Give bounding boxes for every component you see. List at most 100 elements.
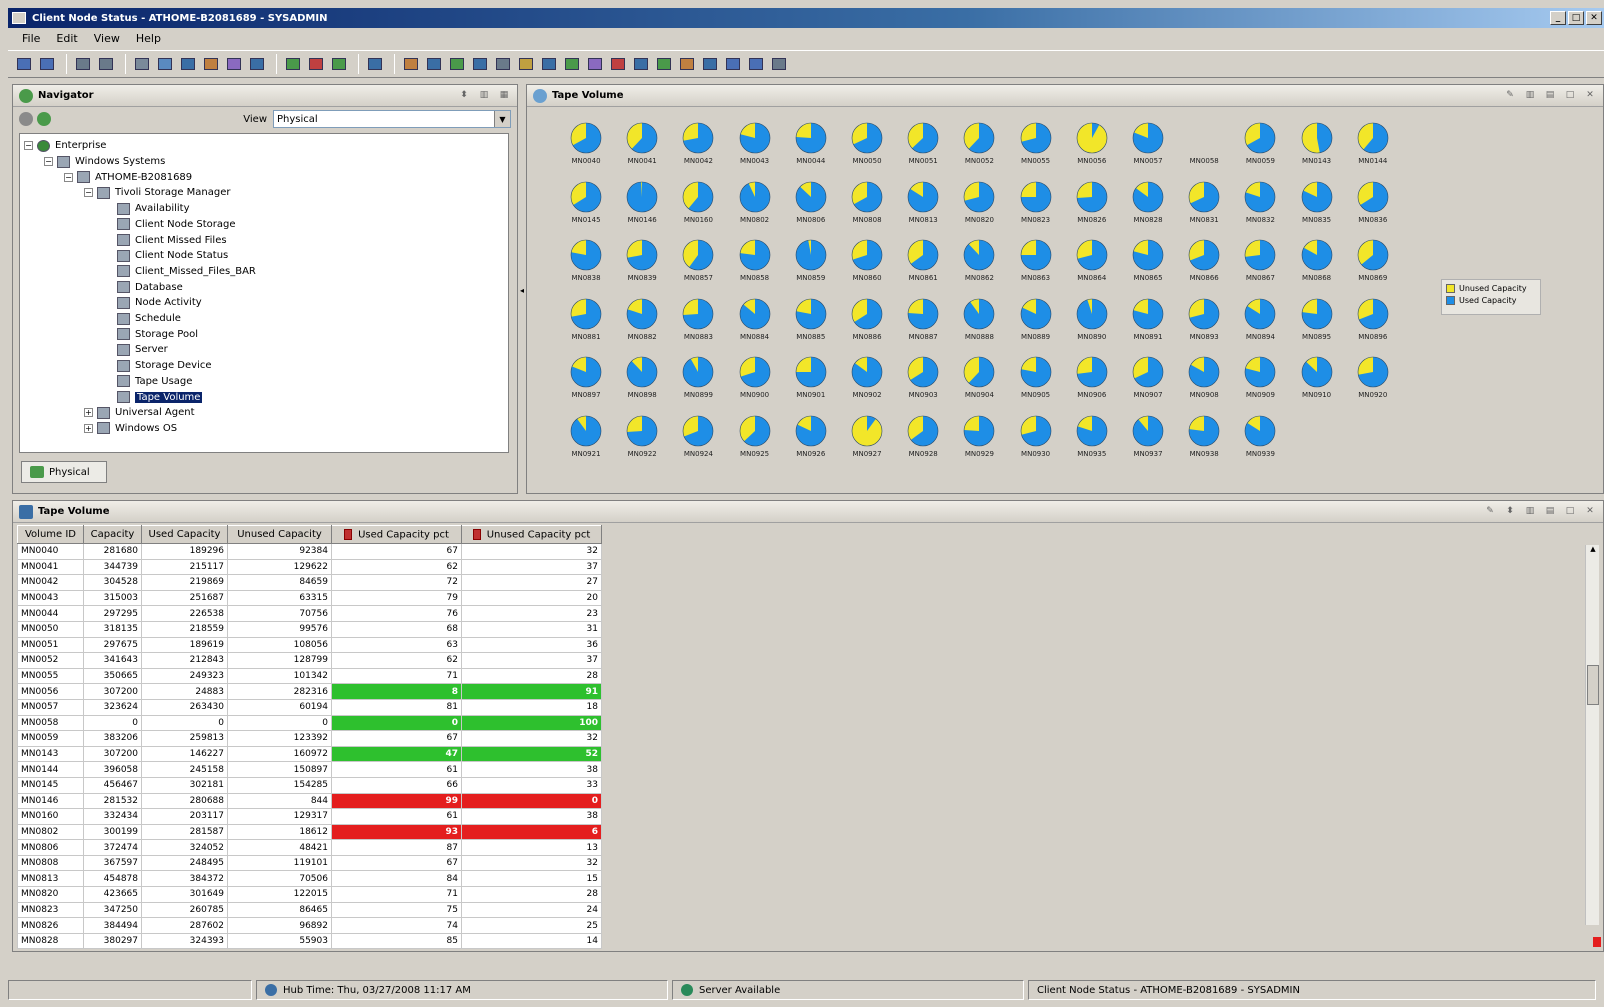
split-vertical-icon[interactable]: ▥ <box>1523 506 1537 518</box>
table-row[interactable]: MN0050 318135 218559 99576 68 31 <box>17 620 602 638</box>
table-row[interactable]: MN0813 454878 384372 70506 84 15 <box>17 870 602 888</box>
column-header-used-capacity[interactable]: Used Capacity <box>141 525 228 544</box>
table-row[interactable]: MN0802 300199 281587 18612 93 6 <box>17 823 602 841</box>
pie-chart-item[interactable]: MN0885 <box>786 297 836 353</box>
column-header-volume-id[interactable]: Volume ID <box>17 525 84 544</box>
pie-chart-item[interactable]: MN0826 <box>1067 180 1117 236</box>
tree-item[interactable]: Client Node Status <box>104 248 228 264</box>
pin-icon[interactable]: ⬍ <box>457 90 471 102</box>
pie-chart-item[interactable]: MN0145 <box>561 180 611 236</box>
tree-item[interactable]: + Universal Agent <box>84 405 195 421</box>
collapse-icon[interactable]: − <box>24 141 33 151</box>
pie-chart-item[interactable]: MN0910 <box>1292 355 1342 411</box>
table-row[interactable]: MN0146 281532 280688 844 99 0 <box>17 792 602 810</box>
terminal-view-icon[interactable] <box>654 54 674 74</box>
pie-chart-item[interactable]: MN0888 <box>954 297 1004 353</box>
pie-chart-item[interactable]: MN0864 <box>1067 238 1117 294</box>
pie-chart-item[interactable]: MN0057 <box>1123 121 1173 177</box>
pie-chart-item[interactable]: MN0055 <box>1011 121 1061 177</box>
pie-chart-item[interactable]: MN0938 <box>1179 414 1229 470</box>
column-header-unused-pct[interactable]: Unused Capacity pct <box>461 525 602 544</box>
stop-icon[interactable] <box>283 54 303 74</box>
link-icon[interactable] <box>201 54 221 74</box>
pie-chart-item[interactable]: MN0869 <box>1348 238 1398 294</box>
panel-menu-icon[interactable]: ▦ <box>497 90 511 102</box>
tree-item[interactable]: Client Node Storage <box>104 217 236 233</box>
pie-chart-item[interactable]: MN0868 <box>1292 238 1342 294</box>
tree-item[interactable]: Client_Missed_Files_BAR <box>104 264 256 280</box>
gauge-icon[interactable] <box>493 54 513 74</box>
pie-chart-item[interactable]: MN0890 <box>1067 297 1117 353</box>
export-icon[interactable] <box>769 54 789 74</box>
pie-chart-item[interactable]: MN0908 <box>1179 355 1229 411</box>
pie-chart-item[interactable]: MN0905 <box>1011 355 1061 411</box>
table-vertical-scrollbar[interactable]: ▲ <box>1585 545 1599 925</box>
pie-chart-item[interactable]: MN0866 <box>1179 238 1229 294</box>
pie-chart-item[interactable]: MN0899 <box>673 355 723 411</box>
pie-chart-item[interactable]: MN0806 <box>786 180 836 236</box>
pie-chart-item[interactable]: MN0902 <box>842 355 892 411</box>
plot-icon[interactable] <box>470 54 490 74</box>
table-row[interactable]: MN0041 344739 215117 129622 62 37 <box>17 558 602 576</box>
split-icon[interactable]: ▥ <box>477 90 491 102</box>
notepad-icon[interactable] <box>516 54 536 74</box>
pie-chart-item[interactable]: MN0928 <box>898 414 948 470</box>
pie-chart-item[interactable]: MN0044 <box>786 121 836 177</box>
table-row[interactable]: MN0056 307200 24883 282316 8 91 <box>17 683 602 700</box>
pie-chart-item[interactable]: MN0863 <box>1011 238 1061 294</box>
scroll-up-icon[interactable]: ▲ <box>1587 545 1599 557</box>
menu-file[interactable]: File <box>14 32 48 45</box>
table-row[interactable]: MN0040 281680 189296 92384 67 32 <box>17 543 602 560</box>
table-row[interactable]: MN0145 456467 302181 154285 66 33 <box>17 776 602 794</box>
pie-chart-item[interactable]: MN0858 <box>730 238 780 294</box>
situation-icon[interactable] <box>723 54 743 74</box>
copy-icon[interactable] <box>224 54 244 74</box>
pie-chart-item[interactable]: MN0160 <box>673 180 723 236</box>
pie-chart-item[interactable]: MN0906 <box>1067 355 1117 411</box>
pie-chart-item[interactable]: MN0889 <box>1011 297 1061 353</box>
edit-icon[interactable]: ✎ <box>1503 90 1517 102</box>
table-row[interactable]: MN0826 384494 287602 96892 74 25 <box>17 917 602 934</box>
pie-chart-item[interactable]: MN0926 <box>786 414 836 470</box>
column-header-capacity[interactable]: Capacity <box>83 525 142 544</box>
chevron-down-icon[interactable]: ▼ <box>494 111 510 127</box>
pie-chart-item[interactable]: MN0813 <box>898 180 948 236</box>
table-row[interactable]: MN0042 304528 219869 84659 72 27 <box>17 574 602 591</box>
table-row[interactable]: MN0058 0 0 0 0 100 <box>17 714 602 732</box>
pin-icon[interactable]: ⬍ <box>1503 506 1517 518</box>
table-row[interactable]: MN0043 315003 251687 63315 79 20 <box>17 589 602 607</box>
expand-icon[interactable]: + <box>84 423 93 433</box>
split-horizontal-icon[interactable]: ▤ <box>1543 506 1557 518</box>
pie-chart-item[interactable]: MN0859 <box>786 238 836 294</box>
collapse-icon[interactable]: − <box>44 157 53 167</box>
close-panel-icon[interactable]: ✕ <box>1583 90 1597 102</box>
find-icon[interactable] <box>178 54 198 74</box>
pie-chart-item[interactable]: MN0887 <box>898 297 948 353</box>
pie-chart-item[interactable]: MN0921 <box>561 414 611 470</box>
close-panel-icon[interactable]: ✕ <box>1583 506 1597 518</box>
menu-edit[interactable]: Edit <box>48 32 85 45</box>
bar-chart-icon[interactable] <box>401 54 421 74</box>
pie-chart-item[interactable]: MN0909 <box>1235 355 1285 411</box>
topology-icon[interactable] <box>631 54 651 74</box>
tree-item[interactable]: Client Missed Files <box>104 232 227 248</box>
tree-item[interactable]: − Tivoli Storage Manager <box>84 185 231 201</box>
edit-icon[interactable]: ✎ <box>1483 506 1497 518</box>
pie-chart-item[interactable]: MN0040 <box>561 121 611 177</box>
refresh-icon[interactable] <box>37 112 51 126</box>
pie-chart-item[interactable]: MN0862 <box>954 238 1004 294</box>
pie-chart-item[interactable]: MN0884 <box>730 297 780 353</box>
menu-view[interactable]: View <box>86 32 128 45</box>
pie-chart-item[interactable]: MN0043 <box>730 121 780 177</box>
split-horizontal-icon[interactable]: ▤ <box>1543 90 1557 102</box>
pie-chart-item[interactable]: MN0052 <box>954 121 1004 177</box>
pie-chart-item[interactable]: MN0143 <box>1292 121 1342 177</box>
table-icon[interactable] <box>424 54 444 74</box>
pie-chart-item[interactable]: MN0831 <box>1179 180 1229 236</box>
pie-chart-item[interactable]: MN0808 <box>842 180 892 236</box>
scrollbar-thumb[interactable] <box>1587 665 1599 705</box>
pie-chart-item[interactable]: MN0050 <box>842 121 892 177</box>
pie-chart-item[interactable]: MN0896 <box>1348 297 1398 353</box>
table-row[interactable]: MN0055 350665 249323 101342 71 28 <box>17 667 602 685</box>
tree-item[interactable]: Storage Device <box>104 358 212 374</box>
